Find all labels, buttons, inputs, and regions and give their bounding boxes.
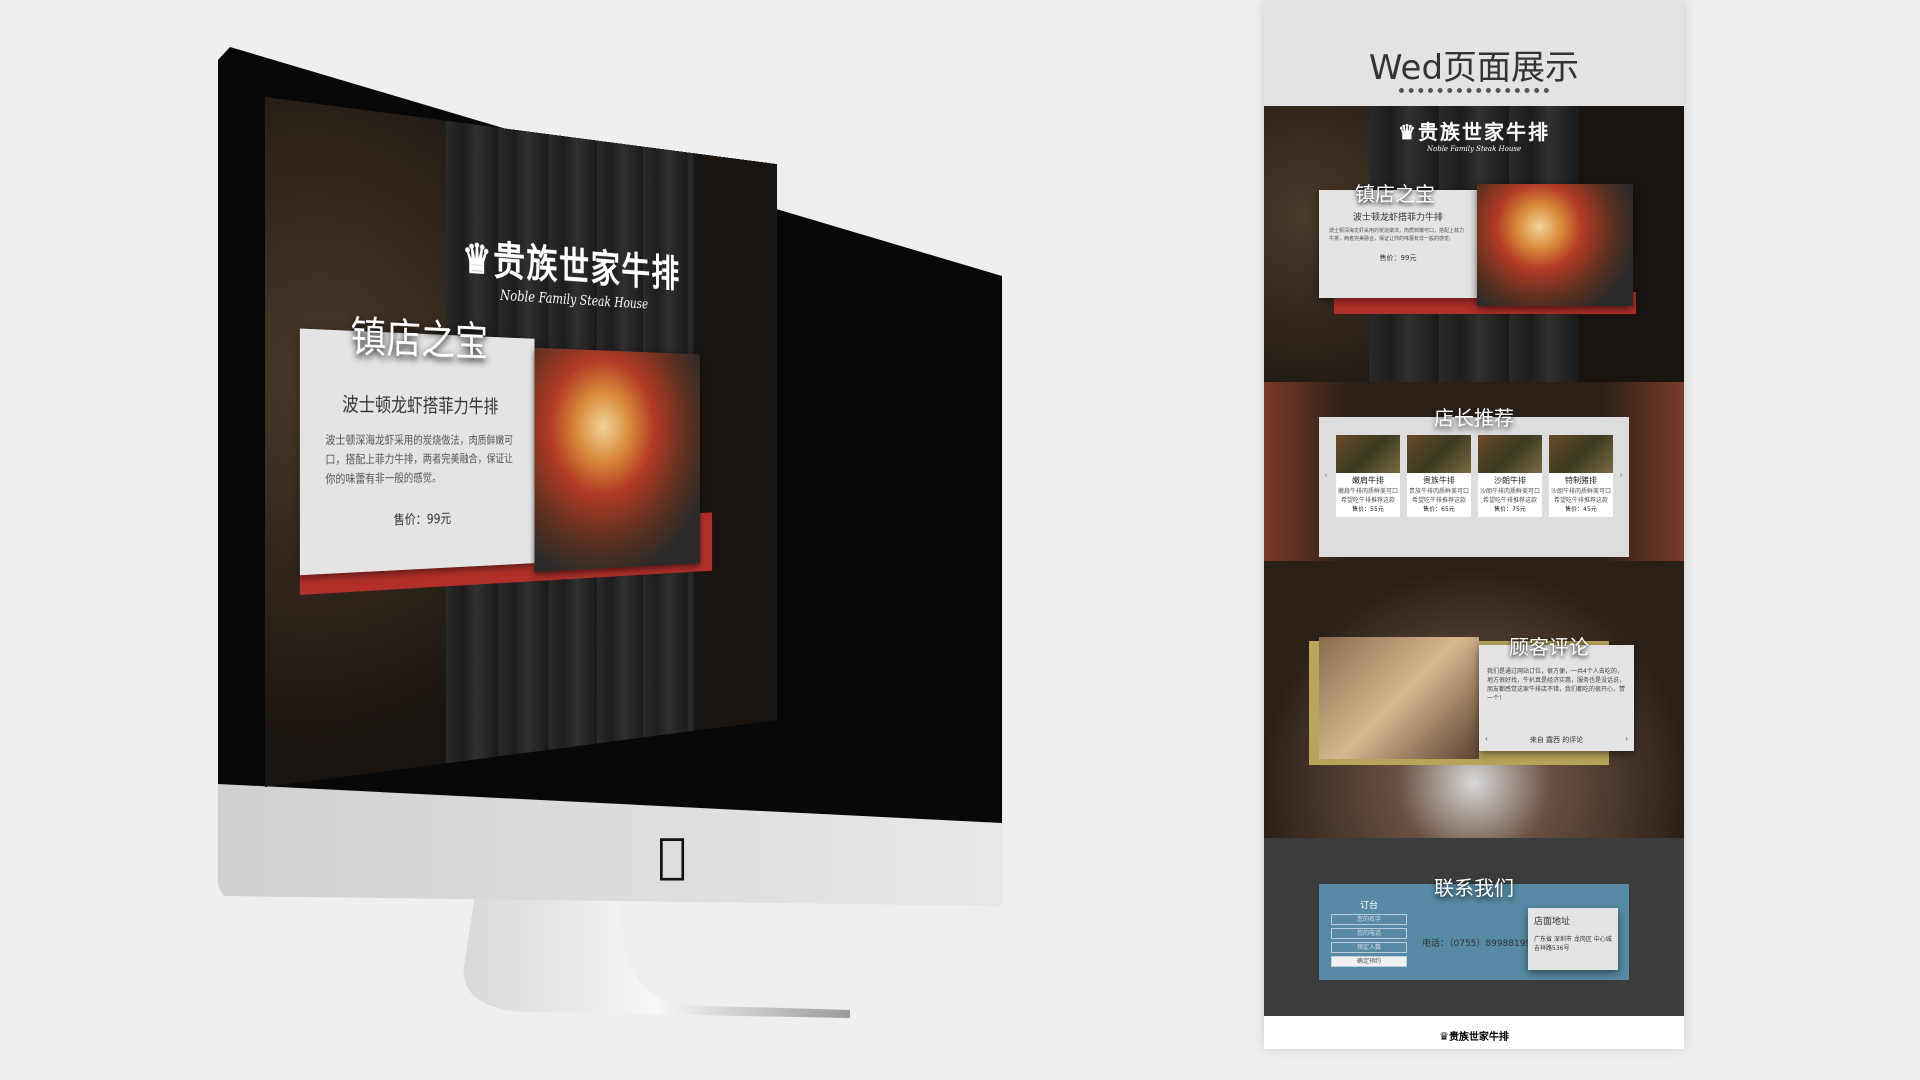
imac-stand [463, 895, 850, 1018]
section-title: 镇店之宝 [1355, 182, 1435, 206]
menu-item[interactable]: 沙朗牛排沙朗牛排肉质鲜美可口 希望吃牛排推荐这款售价：75元 [1478, 435, 1542, 517]
logo[interactable]: ♛贵族世家牛排 Noble Family Steak House [1264, 116, 1684, 153]
contact-section: 联系我们 订台 您的名字 您的电话 预定人数 确定预约 电话：（0755）899… [1264, 838, 1684, 1016]
review-footer: ‹ 来自 露西 的评论 › [1479, 735, 1634, 745]
crown-icon: ♛ [1398, 120, 1418, 144]
prev-arrow-icon[interactable]: ‹ [1324, 470, 1328, 481]
menu-item-price: 售价：75元 [1494, 506, 1526, 513]
menu-item-description: 沙朗牛排肉质鲜美可口 希望吃牛排推荐这款 [1479, 488, 1540, 504]
footer-brand-name: 贵族世家牛排 [1448, 1032, 1509, 1043]
menu-item-image [1336, 435, 1400, 473]
booking-form: 订台 您的名字 您的电话 预定人数 确定预约 [1331, 898, 1407, 970]
lobster-steak-image [1477, 184, 1633, 306]
menu-item-name: 沙朗牛排 [1494, 476, 1526, 485]
apple-logo-icon:  [658, 828, 687, 884]
address-title: 店面地址 [1534, 917, 1571, 927]
submit-booking-button[interactable]: 确定预约 [1331, 956, 1407, 967]
dish-price: 售价：99元 [393, 511, 452, 529]
section-title: 镇店之宝 [350, 312, 489, 367]
crown-icon: ♛ [462, 234, 494, 284]
menu-item-description: 贵族牛排肉质鲜美可口 希望吃牛排推荐这款 [1408, 488, 1469, 504]
phone-input[interactable]: 您的电话 [1331, 928, 1407, 939]
menu-item-image [1549, 435, 1613, 473]
menu-item-price: 售价：45元 [1565, 506, 1597, 513]
address-text: 广东省 深圳市 龙岗区 中心城 吉祥路536号 [1534, 936, 1612, 952]
brand-tagline: Noble Family Steak House [1426, 145, 1522, 153]
prev-arrow-icon[interactable]: ‹ [1485, 735, 1488, 743]
menu-item-name: 特制猪排 [1565, 476, 1597, 485]
dish-description: 波士顿深海龙虾采用的炭烧做法，肉质鲜嫩可口，搭配上菲力牛排，两者完美融合，保证让… [325, 433, 513, 486]
footer: ♛贵族世家牛排 [1264, 1016, 1684, 1049]
review-section: 顾客评论 我们是通过网站订位，很方便，一共4个人去吃的，地方很好找，牛扒真是经济… [1264, 561, 1684, 838]
booking-title: 订台 [1359, 901, 1378, 911]
crown-icon: ♛ [1439, 1030, 1449, 1043]
people-input[interactable]: 预定人数 [1331, 942, 1407, 953]
address-card: 店面地址 广东省 深圳市 龙岗区 中心城 吉祥路536号 [1528, 908, 1618, 970]
name-input[interactable]: 您的名字 [1331, 914, 1407, 925]
page-title: Wed页面展示 [1368, 48, 1580, 88]
imac-screen: ♛贵族世家牛排 Noble Family Steak House 镇店之宝 波士… [265, 97, 778, 787]
dish-name: 波士顿龙虾搭菲力牛排 [1352, 213, 1443, 223]
menu-item-image [1407, 435, 1471, 473]
phone-number: 电话：（0755）89988199 [1422, 939, 1532, 949]
menu-item-description: 沙朗牛排肉质鲜美可口 希望吃牛排推荐这款 [1550, 488, 1611, 504]
next-arrow-icon[interactable]: › [1619, 470, 1623, 481]
review-source: 来自 露西 的评论 [1529, 736, 1584, 744]
dish-price: 售价：99元 [1379, 254, 1417, 262]
menu-item-price: 售价：65元 [1423, 506, 1455, 513]
menu-item-description: 嫩肩牛排肉质鲜美可口 希望吃牛排推荐这款 [1337, 488, 1398, 504]
menu-item-price: 售价：55元 [1352, 506, 1384, 513]
lobster-steak-image [534, 347, 700, 573]
review-text: 我们是通过网站订位，很方便，一共4个人去吃的，地方很好找，牛扒真是经济实惠，服务… [1487, 668, 1626, 702]
menu-item[interactable]: 特制猪排沙朗牛排肉质鲜美可口 希望吃牛排推荐这款售价：45元 [1549, 435, 1613, 517]
dish-name: 波士顿龙虾搭菲力牛排 [342, 392, 499, 418]
section-title: 顾客评论 [1509, 635, 1589, 659]
menu-item[interactable]: 嫩肩牛排嫩肩牛排肉质鲜美可口 希望吃牛排推荐这款售价：55元 [1336, 435, 1400, 517]
featured-card: 镇店之宝 波士顿龙虾搭菲力牛排 波士顿深海龙虾采用的炭烧做法，肉质鲜嫩可口，搭配… [299, 312, 535, 576]
recommend-section: 店长推荐 ‹ › 嫩肩牛排 嫩肩牛排肉质鲜美可口 希望吃牛排推荐这款 售价：55元 … [1264, 382, 1684, 561]
title-underline [1399, 88, 1549, 93]
preview-header: Wed页面展示 [1264, 0, 1684, 106]
brand-name: 贵族世家牛排 [1417, 120, 1550, 144]
menu-item-image [1478, 435, 1542, 473]
section-title: 联系我们 [1434, 876, 1514, 900]
section-title: 店长推荐 [1434, 406, 1514, 430]
customers-photo [1319, 637, 1479, 759]
review-card: 顾客评论 我们是通过网站订位，很方便，一共4个人去吃的，地方很好找，牛扒真是经济… [1479, 635, 1634, 751]
menu-item-name: 贵族牛排 [1423, 476, 1455, 485]
menu-item-name: 嫩肩牛排 [1352, 476, 1384, 485]
dish-description: 波士顿深海龙虾采用的炭烧做法，肉质鲜嫩可口，搭配上菲力牛排，两者完美融合，保证让… [1329, 228, 1465, 242]
menu-item[interactable]: 贵族牛排贵族牛排肉质鲜美可口 希望吃牛排推荐这款售价：65元 [1407, 435, 1471, 517]
web-page-preview: Wed页面展示 ♛贵族世家牛排 Noble Family Steak House… [1264, 0, 1684, 1049]
next-arrow-icon[interactable]: › [1625, 735, 1628, 743]
featured-card: 镇店之宝 波士顿龙虾搭菲力牛排 波士顿深海龙虾采用的炭烧做法，肉质鲜嫩可口，搭配… [1319, 182, 1477, 298]
hero-section: ♛贵族世家牛排 Noble Family Steak House 镇店之宝 波士… [1264, 106, 1684, 382]
